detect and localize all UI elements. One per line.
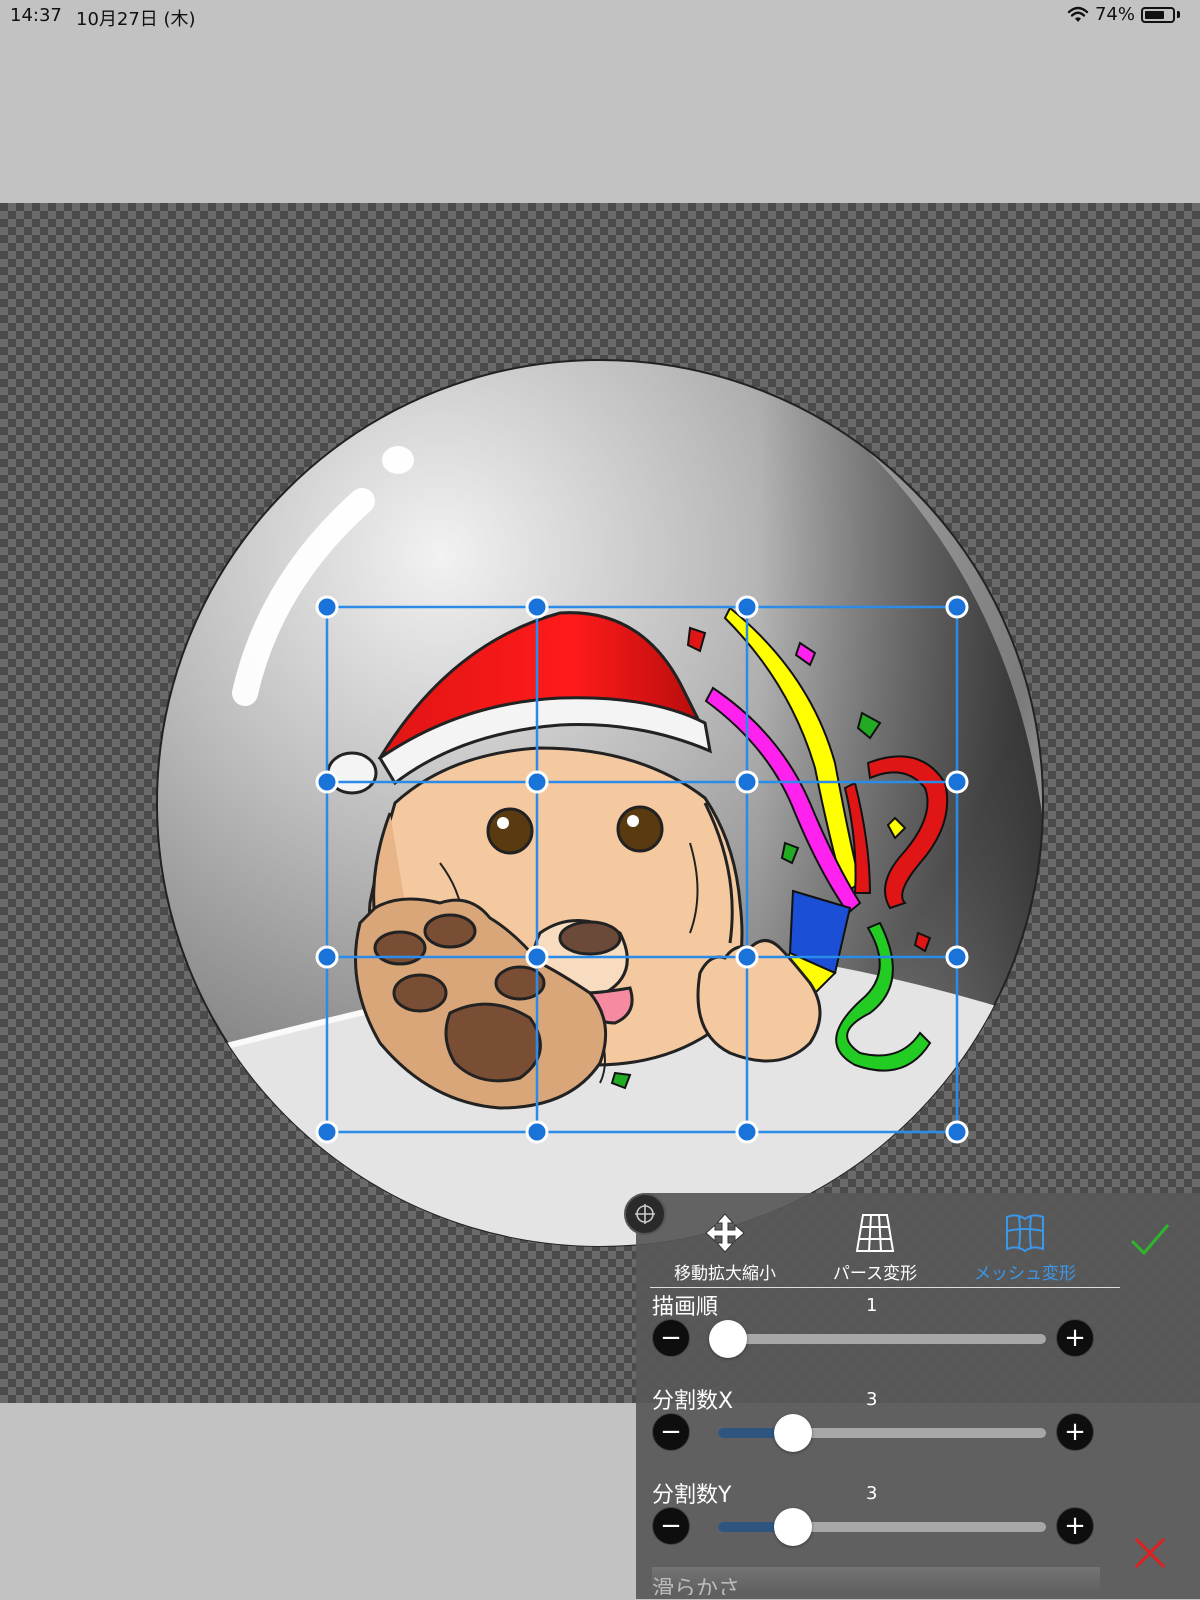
mesh-control-point[interactable] [315, 945, 339, 969]
divisions-x-knob[interactable] [774, 1414, 813, 1452]
divisions-y-track[interactable] [718, 1508, 1046, 1546]
cancel-button[interactable] [1132, 1535, 1168, 1571]
move-arrows-icon [705, 1213, 745, 1253]
status-indicators: 74% [1067, 4, 1180, 25]
slider-draw-order-value: 1 [866, 1295, 878, 1316]
tab-mesh-warp[interactable]: メッシュ変形 [950, 1211, 1100, 1284]
mesh-control-point[interactable] [945, 1120, 969, 1144]
mesh-control-point[interactable] [735, 1120, 759, 1144]
divisions-x-track[interactable] [718, 1414, 1046, 1452]
checkmark-icon [1130, 1224, 1170, 1256]
mesh-control-point[interactable] [945, 945, 969, 969]
divisions-y-minus-button[interactable]: − [652, 1507, 690, 1545]
draw-order-knob[interactable] [708, 1320, 747, 1358]
divisions-y-plus-button[interactable]: + [1056, 1507, 1094, 1545]
draw-order-plus-button[interactable]: + [1056, 1319, 1094, 1357]
mesh-control-point[interactable] [315, 770, 339, 794]
mesh-control-point[interactable] [735, 945, 759, 969]
tab-move-scale[interactable]: 移動拡大縮小 [650, 1211, 800, 1284]
confirm-button[interactable] [1128, 1219, 1172, 1259]
mesh-control-point[interactable] [525, 1120, 549, 1144]
mesh-control-point[interactable] [525, 595, 549, 619]
slider-divisions-x-label: 分割数X [652, 1389, 734, 1414]
wifi-icon [1067, 6, 1089, 22]
transform-panel: 移動拡大縮小 パース変形 メッシュ変形 描画順 1 − + 分割数X 3 − +… [624, 1193, 1200, 1599]
draw-order-minus-button[interactable]: − [652, 1319, 690, 1357]
slider-divisions-y-label: 分割数Y [652, 1483, 732, 1508]
status-date: 10月27日 (木) [76, 9, 196, 30]
mesh-control-point[interactable] [315, 1120, 339, 1144]
mesh-control-point[interactable] [735, 770, 759, 794]
mesh-control-point[interactable] [315, 595, 339, 619]
truncated-row-label: 滑らかさ [652, 1577, 741, 1595]
status-time: 14:37 [10, 5, 62, 26]
tab-mesh-warp-label: メッシュ変形 [974, 1264, 1076, 1284]
divisions-x-minus-button[interactable]: − [652, 1413, 690, 1451]
slider-divisions-x-value: 3 [866, 1389, 878, 1410]
divisions-y-knob[interactable] [774, 1508, 813, 1546]
status-bar: 14:37 10月27日 (木) 74% [0, 0, 1200, 32]
slider-draw-order-label: 描画順 [652, 1295, 719, 1320]
slider-divisions-y-value: 3 [866, 1483, 878, 1504]
mesh-warp-icon [1006, 1214, 1044, 1253]
mesh-control-point[interactable] [735, 595, 759, 619]
mesh-control-point[interactable] [945, 770, 969, 794]
battery-percent: 74% [1094, 4, 1135, 25]
truncated-slider-row: 滑らかさ [652, 1567, 1100, 1595]
globe-glint [382, 446, 414, 474]
mesh-control-point[interactable] [525, 770, 549, 794]
tab-move-scale-label: 移動拡大縮小 [674, 1264, 776, 1284]
tab-perspective-label: パース変形 [832, 1264, 918, 1284]
divisions-x-plus-button[interactable]: + [1056, 1413, 1094, 1451]
mesh-control-point[interactable] [945, 595, 969, 619]
battery-icon [1141, 6, 1175, 23]
mesh-control-point[interactable] [525, 945, 549, 969]
tab-perspective[interactable]: パース変形 [800, 1211, 950, 1284]
battery-tip [1177, 11, 1180, 18]
transform-mode-tabs: 移動拡大縮小 パース変形 メッシュ変形 [650, 1211, 1120, 1288]
perspective-grid-icon [855, 1214, 895, 1252]
close-icon [1134, 1537, 1166, 1569]
draw-order-track[interactable] [708, 1320, 1046, 1358]
